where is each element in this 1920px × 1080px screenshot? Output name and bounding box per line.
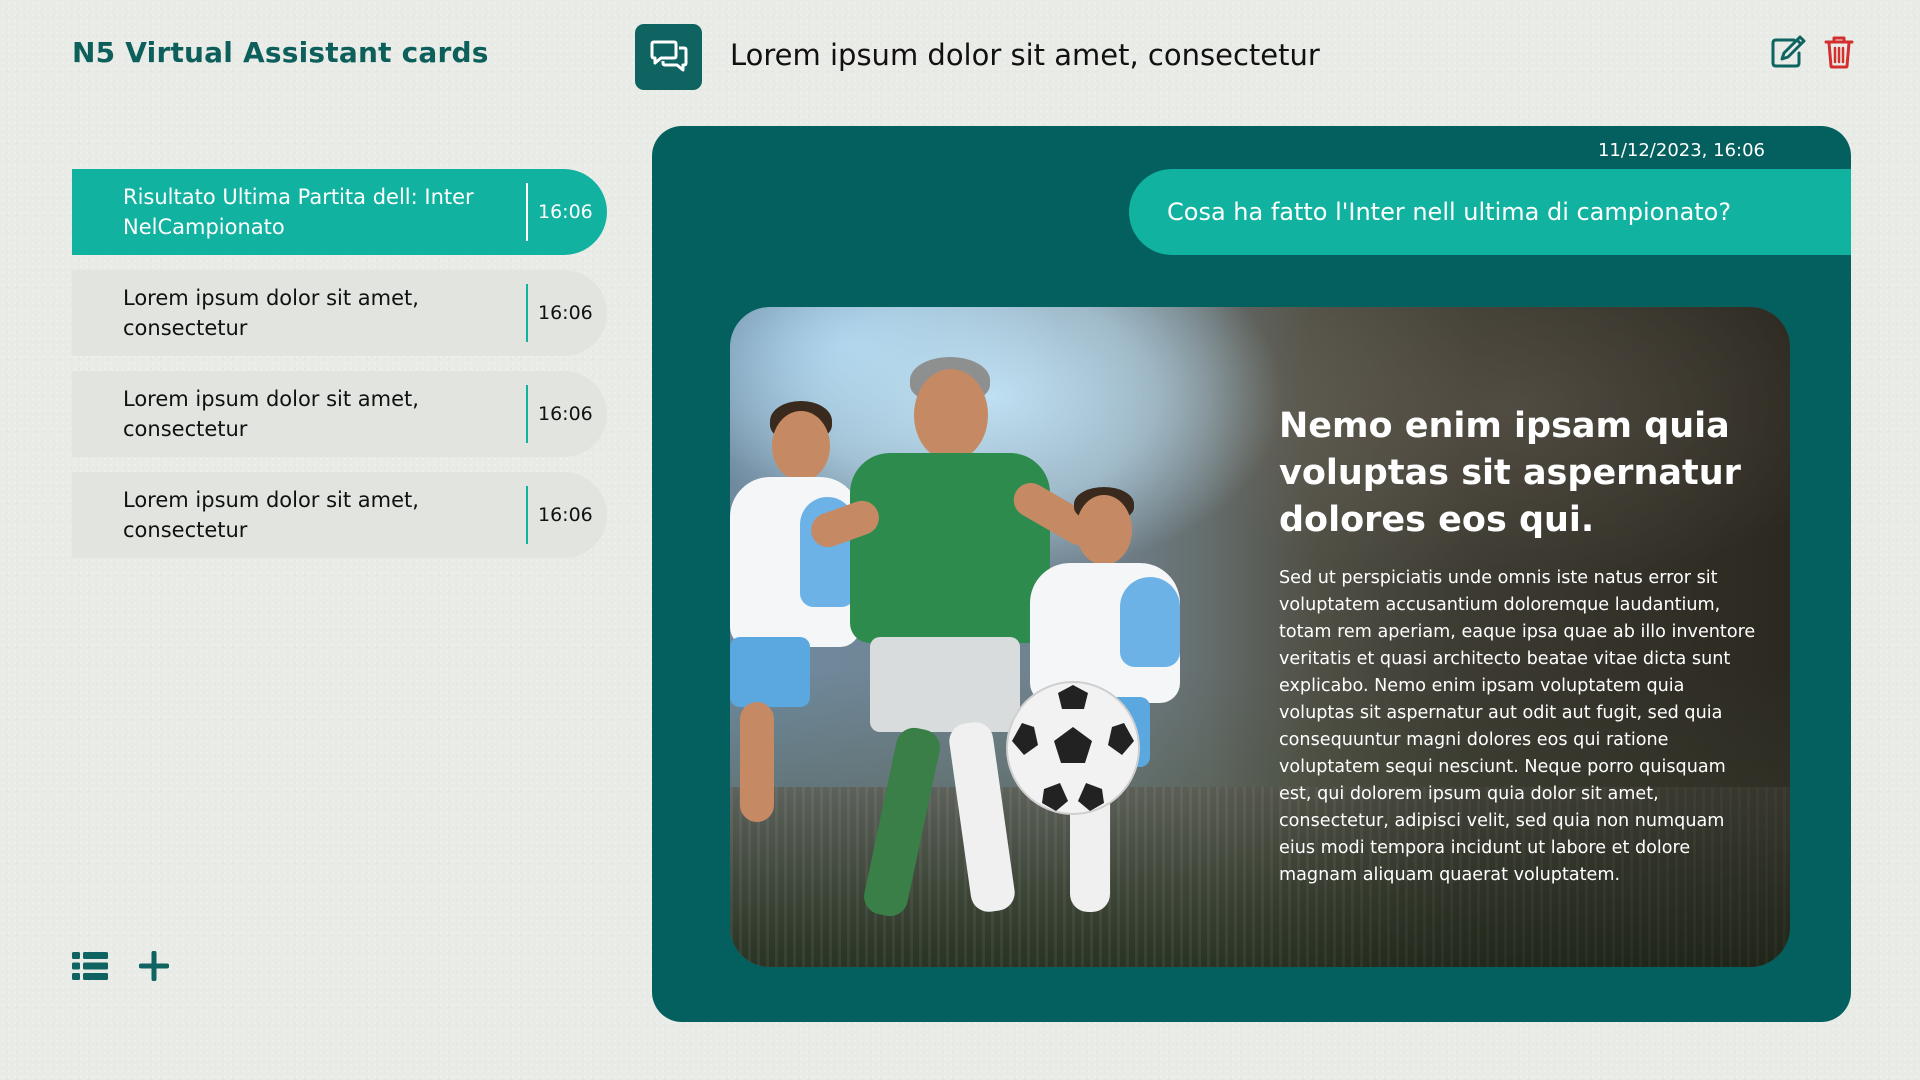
conversation-time: 16:06: [538, 302, 593, 324]
delete-button[interactable]: [1821, 36, 1857, 72]
conversation-list: Risultato Ultima Partita dell: Inter Nel…: [72, 169, 607, 573]
conversation-item[interactable]: Lorem ipsum dolor sit amet, consectetur …: [72, 270, 607, 356]
answer-card: Nemo enim ipsam quia voluptas sit aspern…: [730, 307, 1790, 967]
card-heading: Nemo enim ipsam quia voluptas sit aspern…: [1279, 406, 1741, 540]
chat-bubbles-icon: [650, 38, 688, 76]
conversation-item[interactable]: Lorem ipsum dolor sit amet, consectetur …: [72, 371, 607, 457]
app-title: N5 Virtual Assistant cards: [72, 36, 489, 69]
conversation-time: 16:06: [538, 504, 593, 526]
user-message-text: Cosa ha fatto l'Inter nell ultima di cam…: [1167, 198, 1732, 226]
conversation-divider: [526, 385, 528, 443]
message-timestamp: 11/12/2023, 16:06: [1597, 140, 1765, 161]
edit-button[interactable]: [1770, 35, 1806, 73]
list-view-button[interactable]: [72, 950, 108, 986]
plus-icon: [138, 950, 170, 985]
chat-panel: 11/12/2023, 16:06 Cosa ha fatto l'Inter …: [652, 126, 1851, 1022]
conversation-title: Lorem ipsum dolor sit amet, consectetur: [123, 286, 419, 340]
conversation-divider: [526, 183, 528, 241]
conversation-title: Risultato Ultima Partita dell: Inter Nel…: [123, 185, 474, 239]
conversation-title: Lorem ipsum dolor sit amet, consectetur: [123, 488, 419, 542]
user-message-bubble: Cosa ha fatto l'Inter nell ultima di cam…: [1129, 169, 1851, 255]
header-actions: [1770, 35, 1857, 73]
list-icon: [72, 951, 108, 985]
conversation-title: Lorem ipsum dolor sit amet, consectetur: [123, 387, 419, 441]
conversation-divider: [526, 284, 528, 342]
card-body: Sed ut perspiciatis unde omnis iste natu…: [1279, 568, 1756, 885]
conversation-divider: [526, 486, 528, 544]
conversation-item[interactable]: Lorem ipsum dolor sit amet, consectetur …: [72, 472, 607, 558]
trash-icon: [1824, 35, 1854, 73]
edit-icon: [1770, 35, 1806, 73]
chat-title: Lorem ipsum dolor sit amet, consectetur: [730, 38, 1320, 72]
chat-badge: [635, 24, 702, 90]
conversation-item-active[interactable]: Risultato Ultima Partita dell: Inter Nel…: [72, 169, 607, 255]
new-conversation-button[interactable]: [136, 950, 172, 986]
sidebar-tools: [72, 950, 172, 986]
conversation-time: 16:06: [538, 201, 593, 223]
conversation-time: 16:06: [538, 403, 593, 425]
